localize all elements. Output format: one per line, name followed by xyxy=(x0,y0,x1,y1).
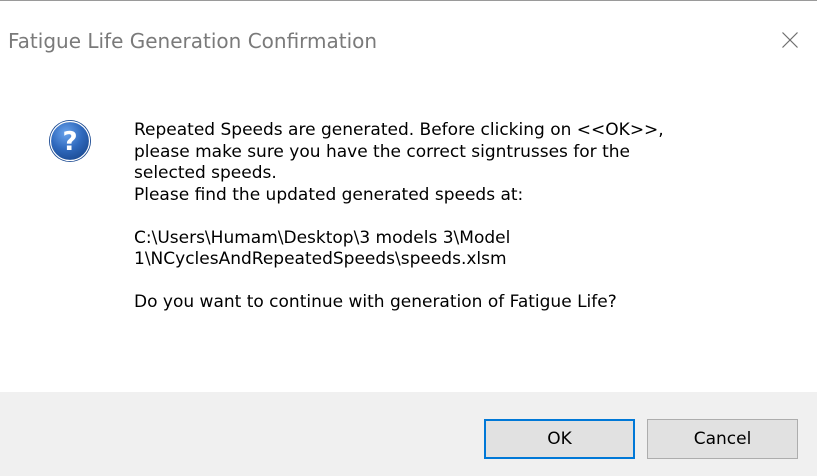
button-bar: OK Cancel xyxy=(0,392,817,476)
ok-button[interactable]: OK xyxy=(484,419,635,459)
close-icon xyxy=(782,32,798,48)
dialog-message: Repeated Speeds are generated. Before cl… xyxy=(134,120,814,314)
message-line: please make sure you have the correct si… xyxy=(134,141,630,162)
message-spacer xyxy=(134,271,814,293)
file-path-line: 1\NCyclesAndRepeatedSpeeds\speeds.xlsm xyxy=(134,249,507,269)
dialog-title: Fatigue Life Generation Confirmation xyxy=(8,29,378,53)
title-bar[interactable]: Fatigue Life Generation Confirmation xyxy=(0,1,817,79)
question-icon: ? xyxy=(49,120,91,162)
dialog-content: ? Repeated Speeds are generated. Before … xyxy=(0,79,817,391)
message-line: Repeated Speeds are generated. Before cl… xyxy=(134,120,664,140)
cancel-button[interactable]: Cancel xyxy=(647,419,798,459)
svg-text:?: ? xyxy=(62,127,77,157)
confirmation-question: Do you want to continue with generation … xyxy=(134,292,617,312)
message-line: Please find the updated generated speeds… xyxy=(134,184,524,205)
file-path-line: C:\Users\Humam\Desktop\3 models 3\Model xyxy=(134,227,511,248)
message-line: selected speeds. xyxy=(134,163,277,183)
close-button[interactable] xyxy=(757,1,817,79)
message-spacer xyxy=(134,206,814,228)
confirmation-dialog: Fatigue Life Generation Confirmation ? R… xyxy=(0,0,817,476)
